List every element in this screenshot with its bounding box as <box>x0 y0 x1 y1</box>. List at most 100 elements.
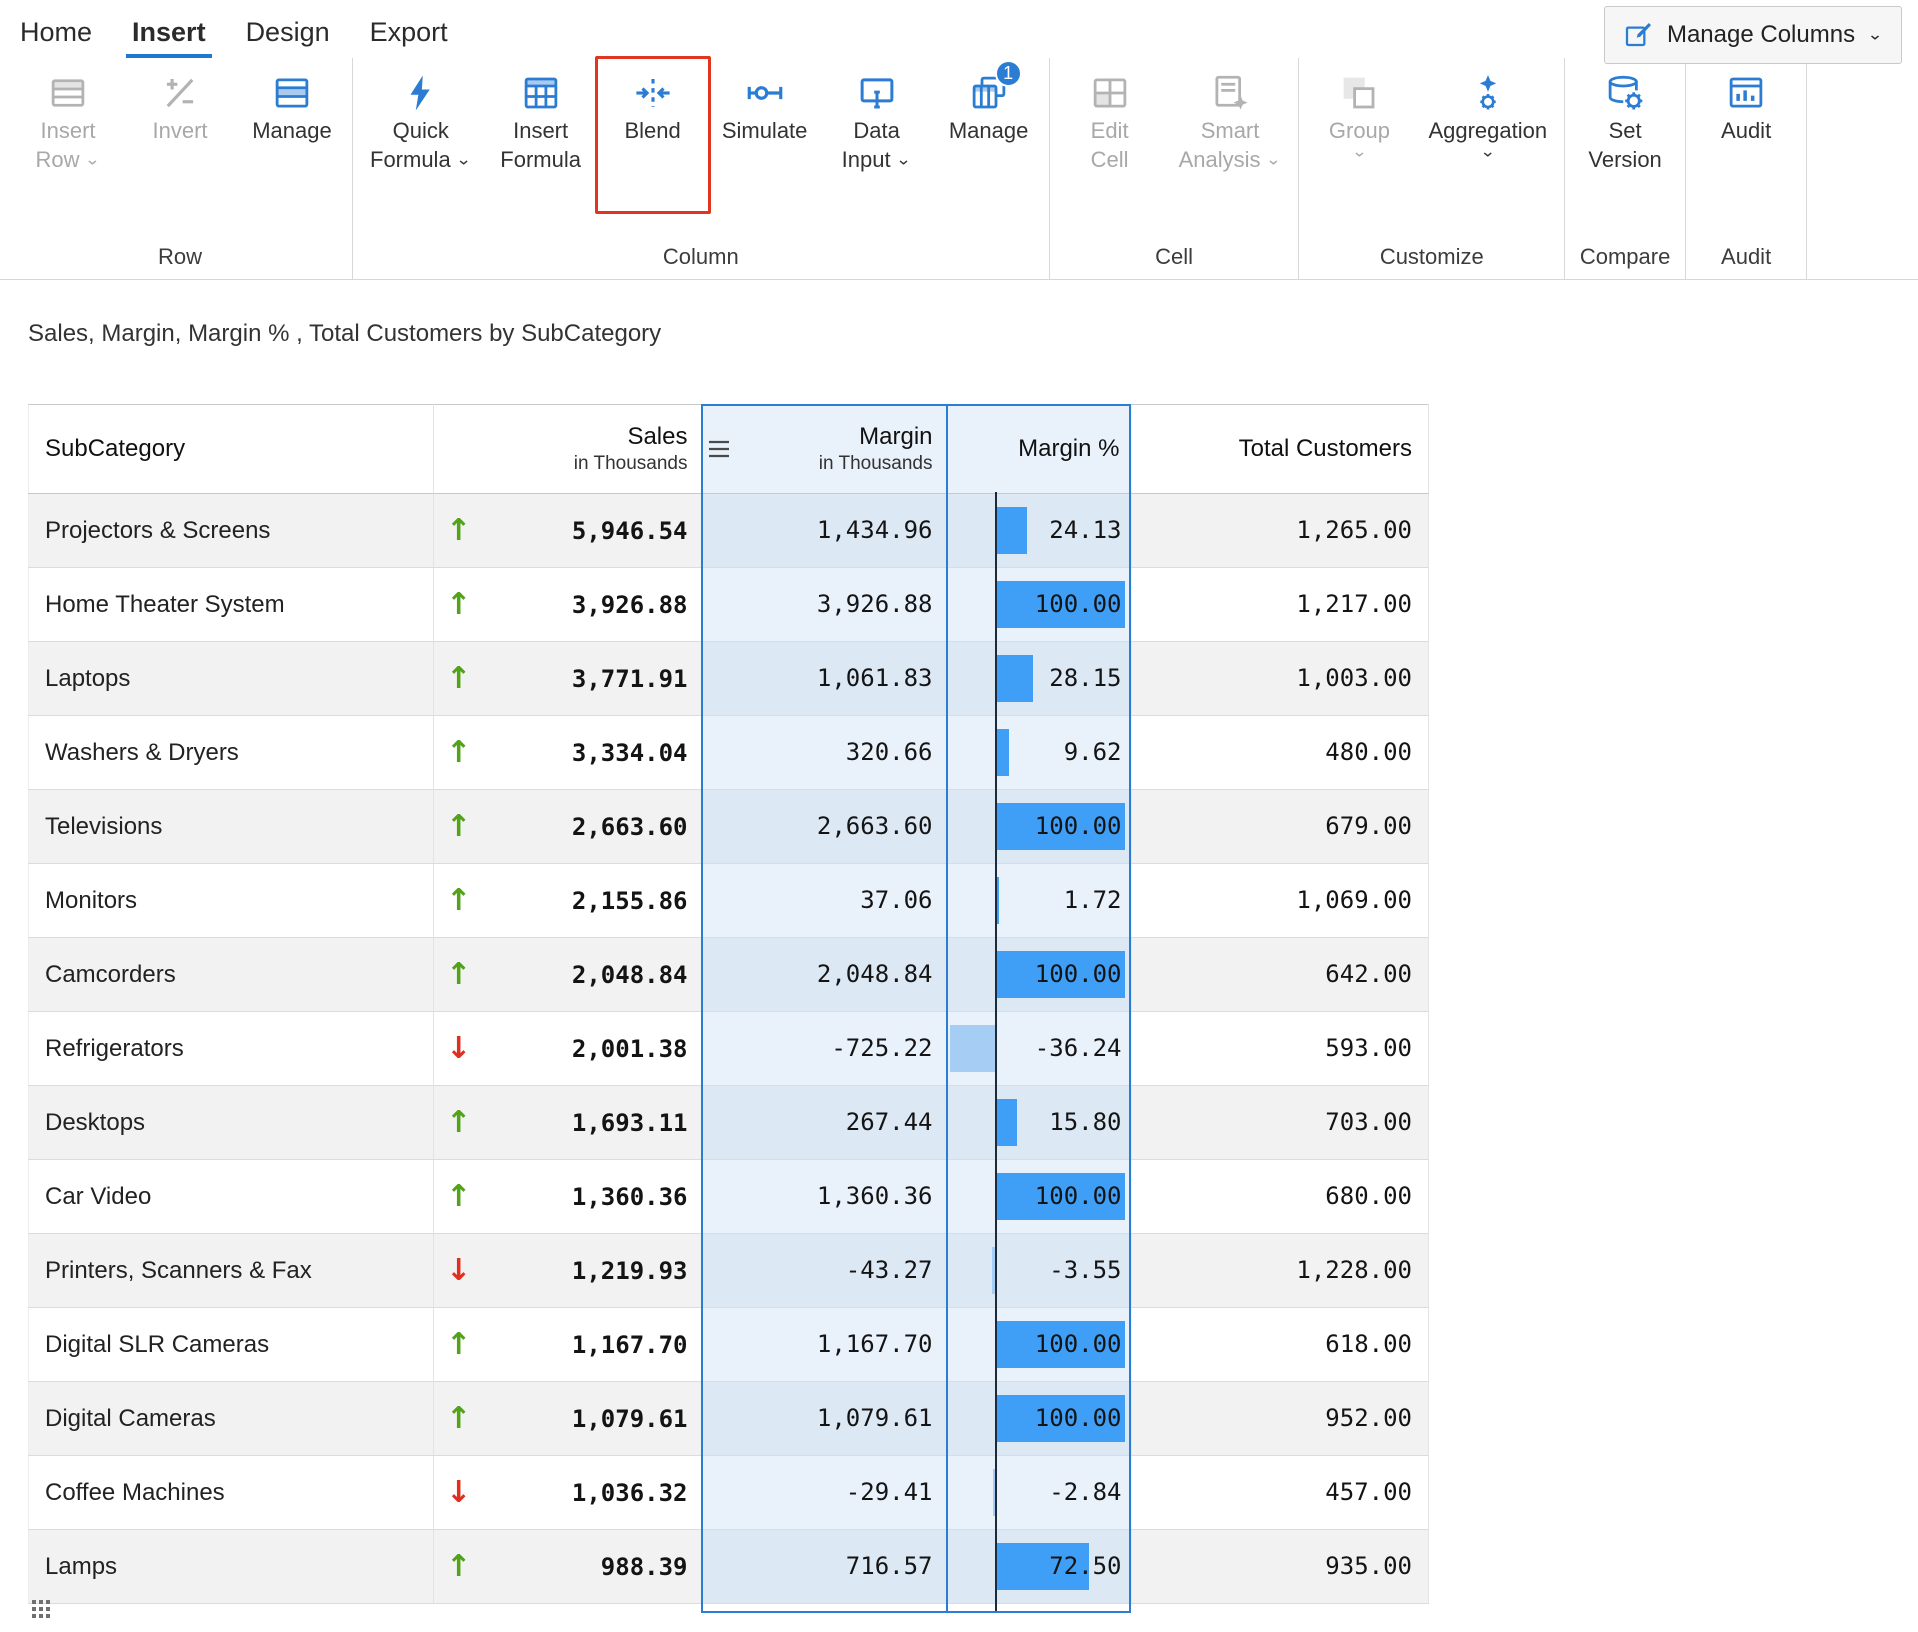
margin-pct-cell[interactable]: 1.72 <box>947 864 1132 938</box>
customers-cell[interactable]: 618.00 <box>1132 1308 1429 1382</box>
margin-pct-cell[interactable]: 100.00 <box>947 1382 1132 1456</box>
customers-cell[interactable]: 1,003.00 <box>1132 642 1429 716</box>
table-row[interactable]: Washers & Dryers ↑ 3,334.04 320.66 9.62 … <box>29 716 1429 790</box>
margin-cell[interactable]: -725.22 <box>702 1012 947 1086</box>
tab-insert[interactable]: Insert <box>112 9 226 58</box>
customers-cell[interactable]: 457.00 <box>1132 1456 1429 1530</box>
subcategory-cell[interactable]: Digital SLR Cameras <box>29 1308 434 1382</box>
table-row[interactable]: Lamps ↑ 988.39 716.57 72.50 935.00 <box>29 1530 1429 1604</box>
header-subcategory[interactable]: SubCategory <box>29 405 434 494</box>
sales-cell[interactable]: ↑ 3,771.91 <box>434 642 702 716</box>
customers-cell[interactable]: 1,217.00 <box>1132 568 1429 642</box>
header-margin[interactable]: Margin in Thousands <box>702 405 947 494</box>
sales-cell[interactable]: ↑ 1,360.36 <box>434 1160 702 1234</box>
margin-cell[interactable]: 1,360.36 <box>702 1160 947 1234</box>
subcategory-cell[interactable]: Projectors & Screens <box>29 494 434 568</box>
subcategory-cell[interactable]: Refrigerators <box>29 1012 434 1086</box>
quick-formula-button[interactable]: Quick Formula⌄ <box>357 58 485 174</box>
subcategory-cell[interactable]: Desktops <box>29 1086 434 1160</box>
manage-columns-ribbon-button[interactable]: 1 Manage <box>933 58 1045 145</box>
table-row[interactable]: Digital Cameras ↑ 1,079.61 1,079.61 100.… <box>29 1382 1429 1456</box>
margin-cell[interactable]: 3,926.88 <box>702 568 947 642</box>
margin-cell[interactable]: 1,079.61 <box>702 1382 947 1456</box>
customers-cell[interactable]: 1,069.00 <box>1132 864 1429 938</box>
margin-pct-cell[interactable]: 9.62 <box>947 716 1132 790</box>
aggregation-button[interactable]: Aggregation ⌄ <box>1415 58 1560 159</box>
subcategory-cell[interactable]: Digital Cameras <box>29 1382 434 1456</box>
margin-pct-cell[interactable]: 100.00 <box>947 568 1132 642</box>
table-row[interactable]: Home Theater System ↑ 3,926.88 3,926.88 … <box>29 568 1429 642</box>
margin-cell[interactable]: -29.41 <box>702 1456 947 1530</box>
subcategory-cell[interactable]: Coffee Machines <box>29 1456 434 1530</box>
margin-cell[interactable]: 320.66 <box>702 716 947 790</box>
subcategory-cell[interactable]: Monitors <box>29 864 434 938</box>
margin-pct-cell[interactable]: -3.55 <box>947 1234 1132 1308</box>
sales-cell[interactable]: ↑ 1,693.11 <box>434 1086 702 1160</box>
data-input-button[interactable]: Data Input⌄ <box>821 58 933 174</box>
margin-cell[interactable]: 716.57 <box>702 1530 947 1604</box>
margin-cell[interactable]: 1,434.96 <box>702 494 947 568</box>
set-version-button[interactable]: Set Version <box>1569 58 1681 174</box>
margin-pct-cell[interactable]: 24.13 <box>947 494 1132 568</box>
tab-design[interactable]: Design <box>226 9 350 58</box>
simulate-button[interactable]: Simulate <box>709 58 821 145</box>
column-menu-icon[interactable] <box>707 439 733 459</box>
table-row[interactable]: Refrigerators ↓ 2,001.38 -725.22 -36.24 … <box>29 1012 1429 1086</box>
audit-button[interactable]: Audit <box>1690 58 1802 145</box>
sales-cell[interactable]: ↑ 5,946.54 <box>434 494 702 568</box>
insert-row-button[interactable]: Insert Row⌄ <box>12 58 124 174</box>
invert-button[interactable]: Invert <box>124 58 236 145</box>
header-customers[interactable]: Total Customers <box>1132 405 1429 494</box>
customers-cell[interactable]: 679.00 <box>1132 790 1429 864</box>
table-row[interactable]: Laptops ↑ 3,771.91 1,061.83 28.15 1,003.… <box>29 642 1429 716</box>
margin-pct-cell[interactable]: -36.24 <box>947 1012 1132 1086</box>
insert-formula-button[interactable]: Insert Formula <box>485 58 597 174</box>
table-row[interactable]: Monitors ↑ 2,155.86 37.06 1.72 1,069.00 <box>29 864 1429 938</box>
tab-home[interactable]: Home <box>18 9 112 58</box>
subcategory-cell[interactable]: Laptops <box>29 642 434 716</box>
tab-export[interactable]: Export <box>350 9 468 58</box>
subcategory-cell[interactable]: Lamps <box>29 1530 434 1604</box>
customers-cell[interactable]: 642.00 <box>1132 938 1429 1012</box>
group-button[interactable]: Group ⌄ <box>1303 58 1415 159</box>
margin-cell[interactable]: 1,167.70 <box>702 1308 947 1382</box>
sales-cell[interactable]: ↑ 3,334.04 <box>434 716 702 790</box>
margin-cell[interactable]: -43.27 <box>702 1234 947 1308</box>
table-row[interactable]: Printers, Scanners & Fax ↓ 1,219.93 -43.… <box>29 1234 1429 1308</box>
margin-cell[interactable]: 267.44 <box>702 1086 947 1160</box>
margin-pct-cell[interactable]: -2.84 <box>947 1456 1132 1530</box>
margin-pct-cell[interactable]: 100.00 <box>947 1308 1132 1382</box>
table-row[interactable]: Desktops ↑ 1,693.11 267.44 15.80 703.00 <box>29 1086 1429 1160</box>
manage-columns-button[interactable]: Manage Columns ⌄ <box>1604 6 1902 64</box>
visual-drag-handle-icon[interactable] <box>30 1598 52 1620</box>
margin-cell[interactable]: 2,048.84 <box>702 938 947 1012</box>
sales-cell[interactable]: ↓ 1,219.93 <box>434 1234 702 1308</box>
margin-cell[interactable]: 2,663.60 <box>702 790 947 864</box>
customers-cell[interactable]: 935.00 <box>1132 1530 1429 1604</box>
sales-cell[interactable]: ↑ 2,155.86 <box>434 864 702 938</box>
margin-pct-cell[interactable]: 100.00 <box>947 790 1132 864</box>
sales-cell[interactable]: ↑ 1,167.70 <box>434 1308 702 1382</box>
sales-cell[interactable]: ↑ 2,048.84 <box>434 938 702 1012</box>
table-row[interactable]: Car Video ↑ 1,360.36 1,360.36 100.00 680… <box>29 1160 1429 1234</box>
subcategory-cell[interactable]: Camcorders <box>29 938 434 1012</box>
customers-cell[interactable]: 1,228.00 <box>1132 1234 1429 1308</box>
header-sales[interactable]: Sales in Thousands <box>434 405 702 494</box>
subcategory-cell[interactable]: Car Video <box>29 1160 434 1234</box>
header-margin-pct[interactable]: Margin % <box>947 405 1132 494</box>
subcategory-cell[interactable]: Home Theater System <box>29 568 434 642</box>
customers-cell[interactable]: 593.00 <box>1132 1012 1429 1086</box>
subcategory-cell[interactable]: Televisions <box>29 790 434 864</box>
sales-cell[interactable]: ↑ 3,926.88 <box>434 568 702 642</box>
customers-cell[interactable]: 703.00 <box>1132 1086 1429 1160</box>
sales-cell[interactable]: ↑ 2,663.60 <box>434 790 702 864</box>
customers-cell[interactable]: 952.00 <box>1132 1382 1429 1456</box>
sales-cell[interactable]: ↑ 1,079.61 <box>434 1382 702 1456</box>
margin-pct-cell[interactable]: 72.50 <box>947 1530 1132 1604</box>
table-row[interactable]: Digital SLR Cameras ↑ 1,167.70 1,167.70 … <box>29 1308 1429 1382</box>
sales-cell[interactable]: ↑ 988.39 <box>434 1530 702 1604</box>
customers-cell[interactable]: 480.00 <box>1132 716 1429 790</box>
manage-rows-button[interactable]: Manage <box>236 58 348 145</box>
margin-pct-cell[interactable]: 15.80 <box>947 1086 1132 1160</box>
customers-cell[interactable]: 1,265.00 <box>1132 494 1429 568</box>
